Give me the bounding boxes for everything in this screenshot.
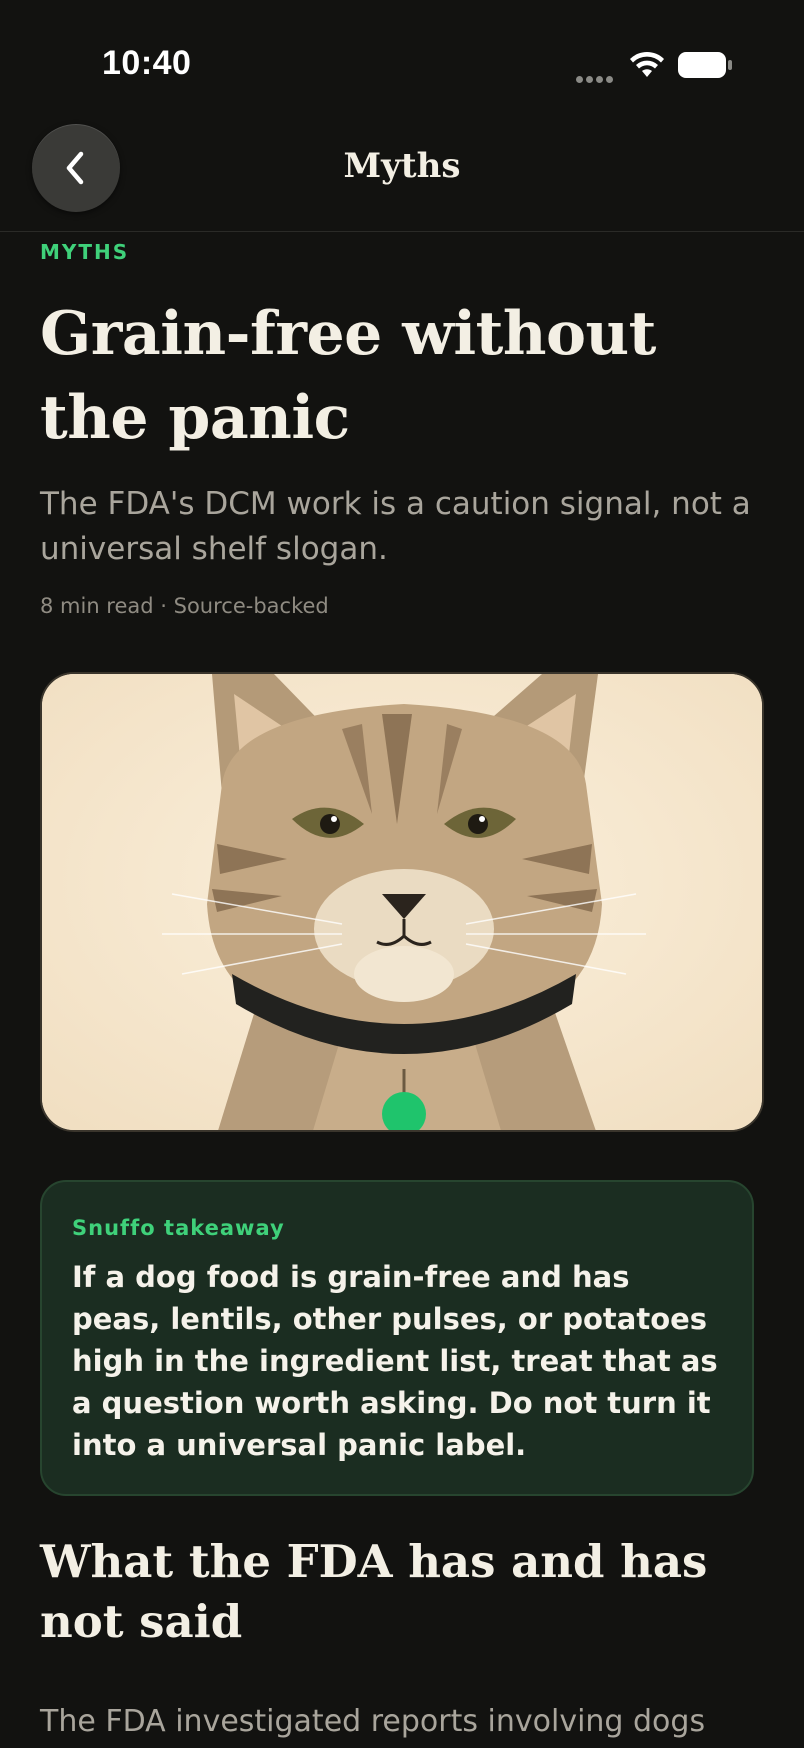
section-heading: What the FDA has and has not said xyxy=(40,1535,708,1648)
article-meta: 8 min read · Source-backed xyxy=(40,594,329,618)
category-eyebrow: MYTHS xyxy=(40,240,130,264)
section-body: The FDA investigated reports involving d… xyxy=(40,1704,721,1748)
takeaway-label: Snuffo takeaway xyxy=(72,1216,285,1240)
status-time: 10:40 xyxy=(102,44,192,82)
wifi-icon xyxy=(630,51,664,77)
hero-cat-illustration xyxy=(40,672,764,1132)
cat-illustration xyxy=(42,674,762,1130)
takeaway-text: If a dog food is grain-free and has peas… xyxy=(72,1260,718,1462)
signal-dots-icon xyxy=(576,70,616,83)
nav-title: Myths xyxy=(343,146,461,186)
status-bar: 10:40 xyxy=(0,0,804,120)
article-headline: Grain-free without the panic xyxy=(40,299,656,453)
battery-icon xyxy=(678,52,732,78)
navigation-bar: Myths xyxy=(0,110,804,232)
takeaway-card: Snuffo takeaway If a dog food is grain-f… xyxy=(40,1180,754,1496)
article-subtitle: The FDA's DCM work is a caution signal, … xyxy=(40,486,751,567)
